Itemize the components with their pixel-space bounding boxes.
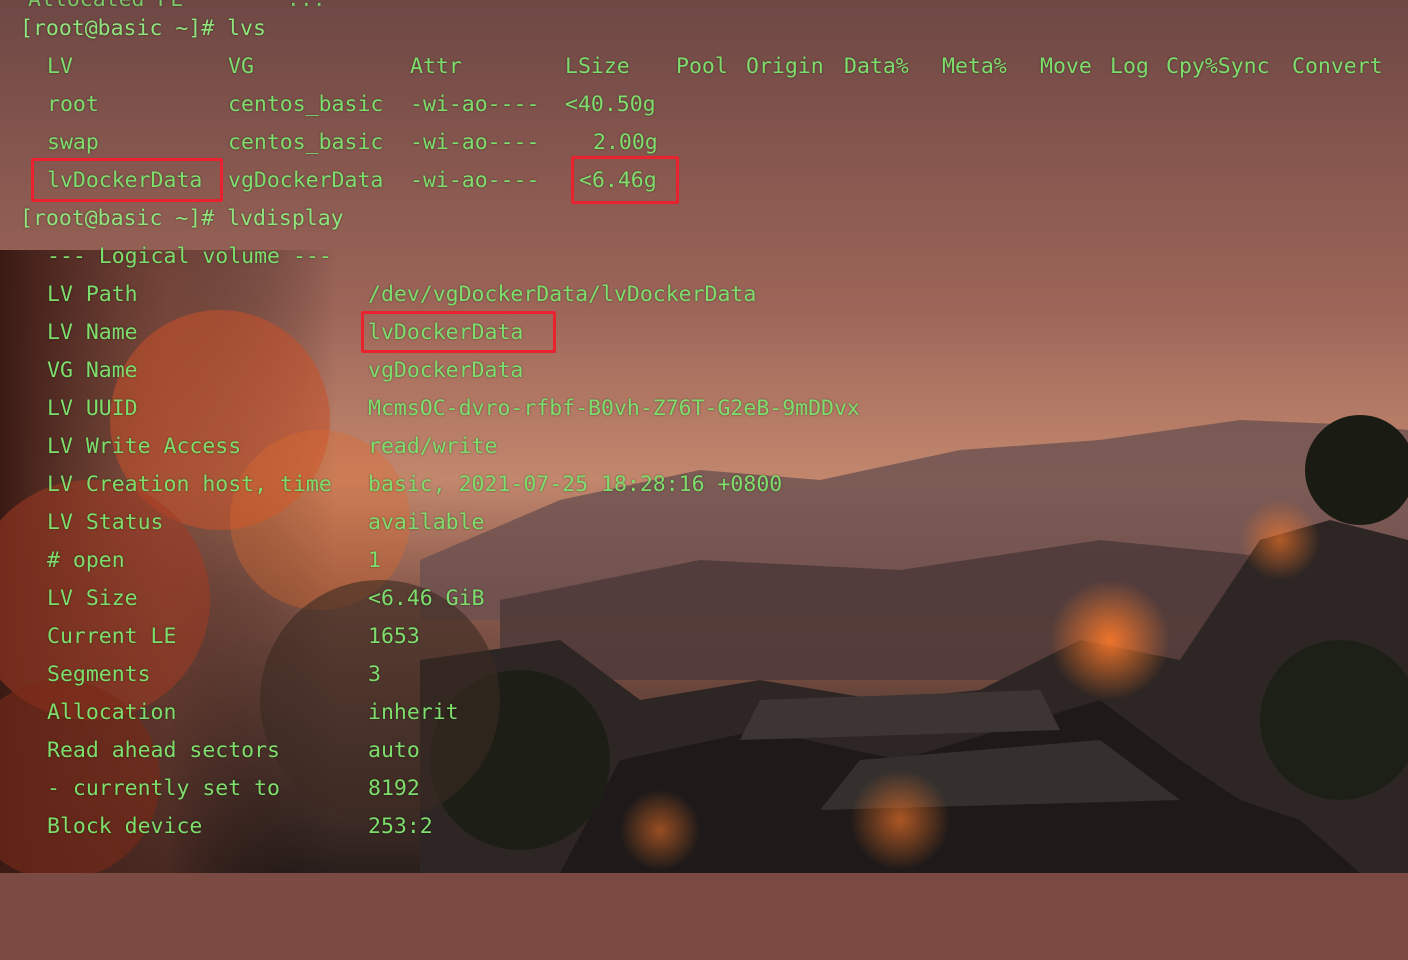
- field-value: McmsOC-dvro-rfbf-B0vh-Z76T-G2eB-9mDDvx: [368, 396, 860, 421]
- vg-name-cell: centos_basic: [228, 130, 384, 155]
- col-header-meta-pct: Meta%: [942, 54, 1007, 79]
- col-header-attr: Attr: [410, 54, 462, 79]
- lvs-header-row: LV VG Attr LSize Pool Origin Data% Meta%…: [0, 48, 1408, 86]
- lvdisplay-field-row: Block device 253:2: [0, 808, 1000, 846]
- lvdisplay-field-row: Allocation inherit: [0, 694, 1000, 732]
- lsize-cell: <40.50g: [565, 92, 656, 117]
- highlight-box-lv-name: [31, 158, 223, 202]
- col-header-data-pct: Data%: [844, 54, 909, 79]
- col-header-log: Log: [1110, 54, 1149, 79]
- field-key: - currently set to: [47, 776, 280, 801]
- col-header-cpy-sync: Cpy%Sync: [1166, 54, 1270, 79]
- lvdisplay-field-row: VG Name vgDockerData: [0, 352, 1000, 390]
- field-key: LV Path: [47, 282, 138, 307]
- vg-name-cell: vgDockerData: [228, 168, 384, 193]
- field-key: Block device: [47, 814, 203, 839]
- field-key: LV Write Access: [47, 434, 242, 459]
- field-value: available: [368, 510, 485, 535]
- field-key: Read ahead sectors: [47, 738, 280, 763]
- field-value: auto: [368, 738, 420, 763]
- lvdisplay-field-row: # open 1: [0, 542, 1000, 580]
- field-value: 1: [368, 548, 381, 573]
- field-value: basic, 2021-07-25 18:28:16 +0800: [368, 472, 783, 497]
- field-key: LV Size: [47, 586, 138, 611]
- lvdisplay-field-row: LV Size <6.46 GiB: [0, 580, 1000, 618]
- lv-name-cell: root: [47, 92, 99, 117]
- lvdisplay-field-row: Read ahead sectors auto: [0, 732, 1000, 770]
- col-header-lv: LV: [47, 54, 73, 79]
- col-header-move: Move: [1040, 54, 1092, 79]
- lv-name-cell: swap: [47, 130, 99, 155]
- field-key: Current LE: [47, 624, 177, 649]
- highlight-box-lv-name-display: [361, 311, 556, 353]
- highlight-box-lsize: [571, 156, 679, 204]
- col-header-vg: VG: [228, 54, 254, 79]
- field-key: LV Name: [47, 320, 138, 345]
- field-value: read/write: [368, 434, 498, 459]
- vg-name-cell: centos_basic: [228, 92, 384, 117]
- terminal-window[interactable]: Allocated PE ... [root@basic ~]# lvs LV …: [0, 0, 1408, 873]
- field-value: vgDockerData: [368, 358, 524, 383]
- lvs-row: root centos_basic -wi-ao---- <40.50g: [0, 86, 700, 124]
- field-key: LV Status: [47, 510, 164, 535]
- field-key: Segments: [47, 662, 151, 687]
- col-header-pool: Pool: [676, 54, 728, 79]
- field-value: inherit: [368, 700, 459, 725]
- col-header-convert: Convert: [1292, 54, 1383, 79]
- lvdisplay-field-row: LV Creation host, time basic, 2021-07-25…: [0, 466, 1000, 504]
- field-key: Allocation: [47, 700, 177, 725]
- field-value: 8192: [368, 776, 420, 801]
- section-header: --- Logical volume ---: [47, 244, 332, 269]
- attr-cell: -wi-ao----: [410, 92, 540, 117]
- field-value: /dev/vgDockerData/lvDockerData: [368, 282, 757, 307]
- field-value: <6.46 GiB: [368, 586, 485, 611]
- field-key: LV Creation host, time: [47, 472, 332, 497]
- field-key: # open: [47, 548, 125, 573]
- lvdisplay-field-row: LV Status available: [0, 504, 1000, 542]
- lvdisplay-field-row: Current LE 1653: [0, 618, 1000, 656]
- col-header-lsize: LSize: [565, 54, 630, 79]
- field-key: LV UUID: [47, 396, 138, 421]
- lvdisplay-command-line: [root@basic ~]# lvdisplay: [20, 206, 344, 231]
- field-value: 1653: [368, 624, 420, 649]
- lvdisplay-field-row: LV Path /dev/vgDockerData/lvDockerData: [0, 276, 1000, 314]
- lvdisplay-field-row: - currently set to 8192: [0, 770, 1000, 808]
- field-key: VG Name: [47, 358, 138, 383]
- attr-cell: -wi-ao----: [410, 130, 540, 155]
- field-value: 3: [368, 662, 381, 687]
- attr-cell: -wi-ao----: [410, 168, 540, 193]
- lvdisplay-field-row: LV UUID McmsOC-dvro-rfbf-B0vh-Z76T-G2eB-…: [0, 390, 1000, 428]
- lvdisplay-field-row: Segments 3: [0, 656, 1000, 694]
- lvdisplay-field-row: LV Write Access read/write: [0, 428, 1000, 466]
- field-value: 253:2: [368, 814, 433, 839]
- col-header-origin: Origin: [746, 54, 824, 79]
- lvs-command-line: [root@basic ~]# lvs: [20, 16, 266, 41]
